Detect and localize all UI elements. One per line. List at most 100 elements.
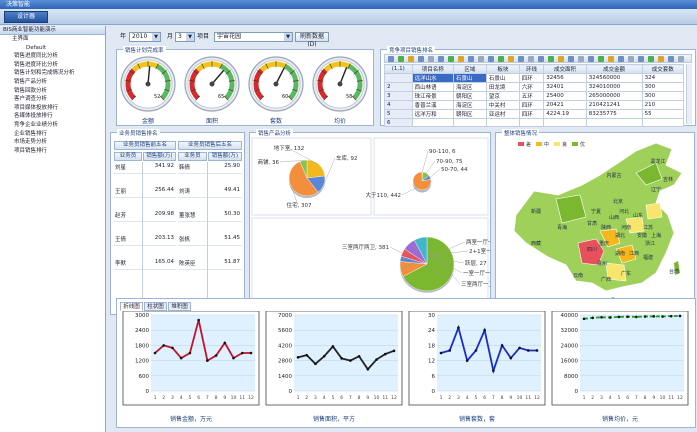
data-point[interactable] — [392, 349, 396, 353]
grid-tool-icon[interactable] — [508, 56, 514, 62]
data-point[interactable] — [608, 316, 612, 319]
sidebar-item[interactable]: 销售进度同比分析 — [0, 52, 105, 61]
month-select[interactable]: 3 ▼ — [175, 32, 195, 42]
data-point[interactable] — [162, 344, 166, 347]
data-point[interactable] — [296, 356, 300, 359]
data-point[interactable] — [591, 316, 595, 320]
chart-tab[interactable]: 柱状图 — [144, 302, 167, 311]
data-point[interactable] — [197, 318, 200, 322]
staff-bottom-tab[interactable]: 业务员销售后五名 — [178, 141, 242, 150]
data-point[interactable] — [188, 351, 192, 355]
table-row[interactable]: 4 香普兰溪 海淀区 中关村 四环 20421 210421241 210 — [384, 100, 685, 110]
data-point[interactable] — [582, 317, 586, 321]
data-point[interactable] — [305, 353, 309, 357]
data-point[interactable] — [617, 315, 621, 319]
column-header[interactable]: 成交金额 — [585, 64, 643, 74]
grid-tool-icon[interactable] — [538, 56, 544, 62]
tree-root[interactable]: 主界面 — [0, 35, 105, 44]
sidebar-item[interactable]: 各媒体投放排行 — [0, 112, 105, 121]
data-point[interactable] — [535, 349, 539, 352]
data-point[interactable] — [465, 359, 469, 362]
sidebar-item[interactable]: 销售计划和完成情况分析 — [0, 69, 105, 78]
grid-tool-icon[interactable] — [628, 56, 634, 62]
data-point[interactable] — [357, 354, 361, 358]
data-point[interactable] — [500, 344, 504, 347]
column-header[interactable]: 成交套数 — [641, 64, 685, 74]
data-point[interactable] — [439, 351, 443, 355]
data-point[interactable] — [635, 315, 638, 319]
grid-tool-icon[interactable] — [498, 56, 504, 62]
grid-tool-icon[interactable] — [678, 56, 684, 62]
grid-tool-icon[interactable] — [668, 56, 674, 62]
sidebar-item[interactable]: 竞争企业业绩分析 — [0, 121, 105, 130]
grid-tool-icon[interactable] — [398, 56, 404, 62]
data-point[interactable] — [232, 356, 235, 360]
grid-tool-icon[interactable] — [408, 56, 414, 62]
data-point[interactable] — [509, 356, 513, 360]
sidebar-item[interactable]: 企业销售排行 — [0, 130, 105, 139]
data-point[interactable] — [518, 346, 521, 350]
table-row[interactable]: 3 珠江帝景 朝阳区 望京 五环 25400 265000000 300 — [384, 91, 685, 101]
grid-tool-icon[interactable] — [588, 56, 594, 62]
data-point[interactable] — [322, 354, 326, 358]
data-point[interactable] — [652, 315, 656, 318]
grid-tool-icon[interactable] — [638, 56, 644, 62]
grid-tool-icon[interactable] — [458, 56, 464, 62]
table-scrollbar[interactable] — [686, 64, 692, 124]
data-point[interactable] — [626, 315, 629, 319]
data-point[interactable] — [349, 359, 352, 362]
grid-tool-icon[interactable] — [618, 56, 624, 62]
grid-tool-icon[interactable] — [438, 56, 444, 62]
grid-tool-icon[interactable] — [568, 56, 574, 62]
chart-tab[interactable]: 折线图 — [120, 302, 143, 311]
data-point[interactable] — [526, 349, 530, 352]
column-header[interactable]: (1,1) — [384, 64, 413, 74]
grid-tool-icon[interactable] — [548, 56, 554, 62]
sidebar-item[interactable]: 客户调查分析 — [0, 95, 105, 104]
column-header[interactable]: 区域 — [452, 64, 487, 74]
column-header[interactable]: 板块 — [485, 64, 520, 74]
data-point[interactable] — [600, 315, 603, 319]
data-point[interactable] — [661, 315, 664, 318]
data-point[interactable] — [206, 359, 209, 362]
column-header[interactable]: 环线 — [518, 64, 545, 74]
data-point[interactable] — [483, 328, 486, 332]
designer-button[interactable]: 设计器 — [4, 11, 48, 23]
sidebar-item[interactable]: 销售回款分析 — [0, 87, 105, 96]
chart-tab[interactable]: 堆积图 — [168, 302, 191, 311]
table-row[interactable]: 2 西山林语 海淀区 田龙境 六环 32401 324010000 300 — [384, 82, 685, 92]
data-point[interactable] — [249, 351, 253, 355]
province-region[interactable] — [645, 202, 663, 220]
data-point[interactable] — [457, 326, 460, 329]
grid-tool-icon[interactable] — [488, 56, 494, 62]
grid-tool-icon[interactable] — [648, 56, 654, 62]
data-point[interactable] — [643, 315, 647, 318]
data-point[interactable] — [448, 349, 452, 352]
sidebar-item[interactable]: 项目媒体投放排行 — [0, 104, 105, 113]
data-point[interactable] — [331, 345, 335, 348]
grid-tool-icon[interactable] — [578, 56, 584, 62]
grid-tool-icon[interactable] — [418, 56, 424, 62]
project-select[interactable]: 宇宙花园 ▼ — [214, 32, 293, 42]
data-point[interactable] — [474, 349, 478, 352]
tree-default[interactable]: Default — [0, 44, 105, 53]
data-point[interactable] — [314, 362, 317, 366]
table-row[interactable]: 1 远洋山水 石景山 石景山 四环 32456 324560000 324 — [384, 73, 685, 83]
staff-top-tab[interactable]: 业务员销售前五名 — [114, 141, 176, 150]
data-point[interactable] — [214, 354, 218, 357]
grid-tool-icon[interactable] — [388, 56, 394, 62]
data-point[interactable] — [669, 314, 673, 318]
data-point[interactable] — [375, 358, 378, 361]
grid-tool-icon[interactable] — [658, 56, 664, 62]
data-point[interactable] — [223, 341, 227, 345]
data-point[interactable] — [492, 369, 495, 373]
grid-tool-icon[interactable] — [468, 56, 474, 62]
sidebar-item[interactable]: 市场走势分析 — [0, 138, 105, 147]
grid-tool-icon[interactable] — [598, 56, 604, 62]
grid-tool-icon[interactable] — [608, 56, 614, 62]
refresh-button[interactable]: 刷新数据(D) — [295, 32, 329, 48]
year-select[interactable]: 2010 ▼ — [129, 32, 161, 42]
table-row[interactable]: 5 远洋万和 朝阳区 亚运村 四环 4224.19 83235775 55 — [384, 109, 685, 119]
data-point[interactable] — [179, 356, 183, 360]
sidebar-item[interactable]: 销售进度环比分析 — [0, 61, 105, 70]
